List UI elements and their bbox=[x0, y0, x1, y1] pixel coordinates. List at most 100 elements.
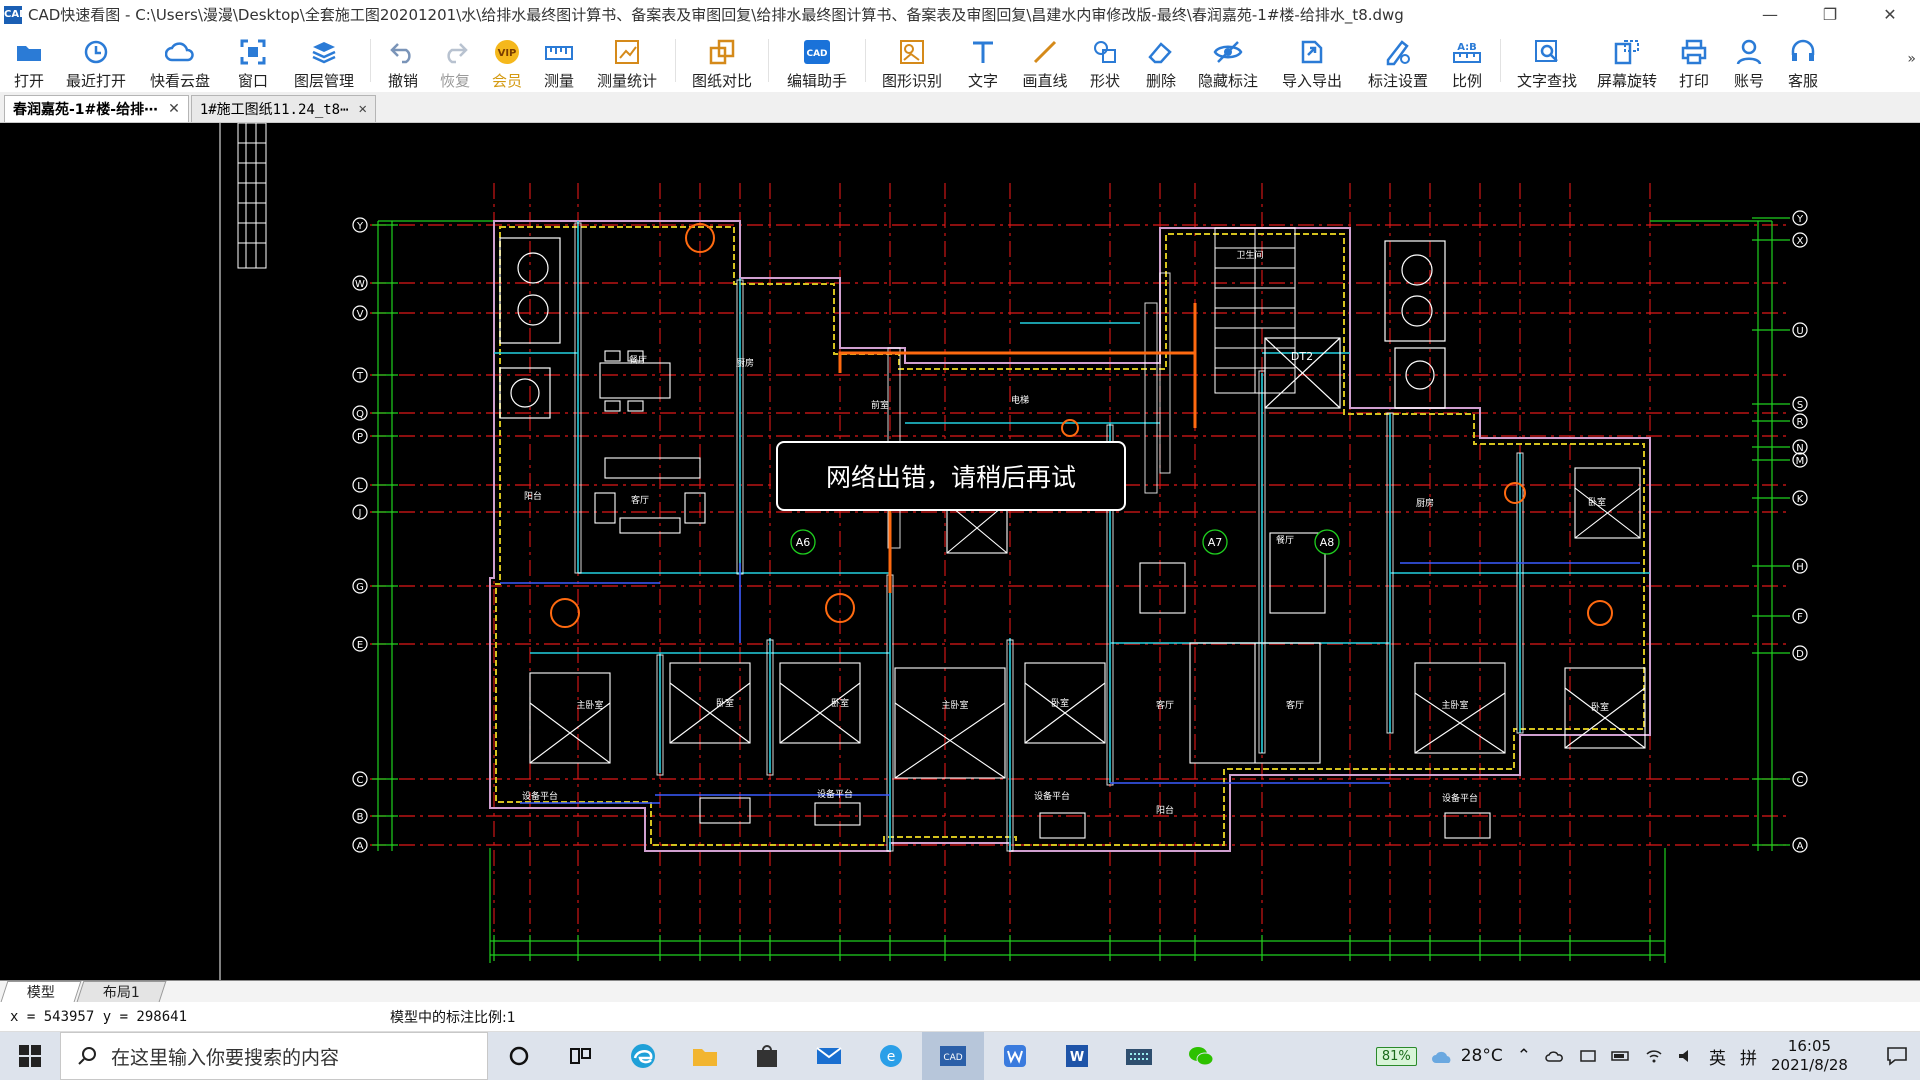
tab-layout1[interactable]: 布局1 bbox=[76, 981, 167, 1002]
ime-language[interactable]: 英 bbox=[1709, 1044, 1726, 1069]
close-icon[interactable]: ✕ bbox=[359, 101, 367, 117]
axis-label: G bbox=[356, 582, 364, 593]
word-icon[interactable]: W bbox=[1046, 1032, 1108, 1080]
weather-widget[interactable]: 28°C bbox=[1431, 1046, 1503, 1066]
measure-button[interactable]: 测量 bbox=[533, 29, 585, 92]
screen-rotate-button[interactable]: 屏幕旋转 bbox=[1587, 29, 1667, 92]
room-label: 前室 bbox=[871, 399, 889, 411]
shapes-button[interactable]: 形状 bbox=[1076, 29, 1134, 92]
window-button[interactable]: 窗口 bbox=[222, 29, 284, 92]
keyboard-app-icon[interactable] bbox=[1108, 1032, 1170, 1080]
store-icon[interactable] bbox=[736, 1032, 798, 1080]
account-button[interactable]: 账号 bbox=[1721, 29, 1777, 92]
recent-open-button[interactable]: 最近打开 bbox=[54, 29, 138, 92]
room-label: 电梯 bbox=[1011, 394, 1029, 406]
volume-icon[interactable] bbox=[1677, 1048, 1695, 1064]
toolbar-separator bbox=[768, 39, 769, 82]
cloud-drive-button[interactable]: 快看云盘 bbox=[138, 29, 222, 92]
axis-label: U bbox=[1796, 326, 1803, 337]
task-view-icon[interactable] bbox=[550, 1032, 612, 1080]
file-explorer-icon[interactable] bbox=[674, 1032, 736, 1080]
drawing-compare-button[interactable]: 图纸对比 bbox=[682, 29, 762, 92]
maximize-button[interactable]: ❐ bbox=[1800, 0, 1860, 29]
layer-manager-button[interactable]: 图层管理 bbox=[284, 29, 364, 92]
import-export-button[interactable]: 导入导出 bbox=[1268, 29, 1356, 92]
toolbar-separator bbox=[1500, 39, 1501, 82]
delete-button[interactable]: 删除 bbox=[1134, 29, 1188, 92]
start-button[interactable] bbox=[0, 1032, 60, 1080]
text-button[interactable]: 文字 bbox=[952, 29, 1014, 92]
chevron-up-icon[interactable]: ⌃ bbox=[1517, 1046, 1531, 1066]
onedrive-icon[interactable] bbox=[1545, 1049, 1565, 1063]
close-icon[interactable]: ✕ bbox=[168, 101, 180, 117]
tab-construction-drawings[interactable]: 1#施工图纸11.24_t8⋯ ✕ bbox=[190, 95, 376, 122]
wall-hatching bbox=[574, 222, 1524, 852]
svg-text:A:B: A:B bbox=[1457, 42, 1477, 53]
axis-label: T bbox=[356, 371, 364, 382]
cloud-icon bbox=[165, 37, 195, 67]
minimize-button[interactable]: — bbox=[1740, 0, 1800, 29]
measure-stats-icon bbox=[612, 37, 642, 67]
scale-button[interactable]: A:B 比例 bbox=[1440, 29, 1494, 92]
mail-icon[interactable] bbox=[798, 1032, 860, 1080]
undo-button[interactable]: 撤销 bbox=[377, 29, 429, 92]
wifi-icon[interactable] bbox=[1645, 1048, 1663, 1064]
clock[interactable]: 16:05 2021/8/28 bbox=[1771, 1037, 1867, 1075]
vip-button[interactable]: VIP 会员 bbox=[481, 29, 533, 92]
edit-assistant-button[interactable]: CAD 编辑助手 bbox=[775, 29, 859, 92]
search-icon bbox=[78, 1047, 96, 1065]
room-label: 设备平台 bbox=[817, 788, 853, 800]
axis-label: M bbox=[1796, 456, 1805, 467]
recent-clock-icon bbox=[81, 37, 111, 67]
axis-label: C bbox=[357, 775, 364, 786]
tab-chunrun-plumbing[interactable]: 春润嘉苑-1#楼-给排⋯ ✕ bbox=[4, 95, 189, 122]
room-label: 主卧室 bbox=[1441, 699, 1468, 711]
import-export-icon bbox=[1297, 37, 1327, 67]
notification-icon[interactable] bbox=[1874, 1046, 1920, 1066]
axis-label: J bbox=[358, 508, 362, 519]
ac-condensers bbox=[499, 237, 1446, 419]
taskbar-search-input[interactable]: 在这里输入你要搜索的内容 bbox=[60, 1032, 488, 1080]
network-icon[interactable] bbox=[1579, 1048, 1597, 1064]
wps-writer-icon[interactable] bbox=[984, 1032, 1046, 1080]
ime-mode[interactable]: 拼 bbox=[1740, 1044, 1757, 1069]
elevator-shaft bbox=[1264, 337, 1341, 409]
windows-taskbar: 在这里输入你要搜索的内容 e CAD W 81% 28°C ⌃ 英 拼 16:0… bbox=[0, 1032, 1920, 1080]
toolbar-overflow-button[interactable]: » bbox=[1907, 51, 1916, 67]
folder-open-icon bbox=[14, 37, 44, 67]
cad-viewer-icon[interactable]: CAD bbox=[922, 1032, 984, 1080]
battery-icon[interactable] bbox=[1611, 1050, 1631, 1062]
customer-service-button[interactable]: 客服 bbox=[1777, 29, 1829, 92]
cortana-circle-icon[interactable] bbox=[488, 1032, 550, 1080]
room-label: 餐厅 bbox=[1276, 534, 1294, 546]
edit-assistant-icon: CAD bbox=[802, 37, 832, 67]
annotation-settings-icon bbox=[1383, 37, 1413, 67]
annotation-settings-button[interactable]: 标注设置 bbox=[1356, 29, 1440, 92]
network-error-toast: 网络出错，请稍后再试 bbox=[776, 441, 1126, 511]
print-button[interactable]: 打印 bbox=[1667, 29, 1721, 92]
drawing-canvas[interactable]: DT2 Y W V T Q P L J G E C B A Y X U S R … bbox=[0, 123, 1920, 980]
shapes-icon bbox=[1090, 37, 1120, 67]
document-tab-bar: 春润嘉苑-1#楼-给排⋯ ✕ 1#施工图纸11.24_t8⋯ ✕ bbox=[0, 92, 1920, 123]
edge-icon[interactable] bbox=[612, 1032, 674, 1080]
close-button[interactable]: ✕ bbox=[1860, 0, 1920, 29]
draw-line-button[interactable]: 画直线 bbox=[1014, 29, 1076, 92]
battery-indicator[interactable]: 81% bbox=[1375, 1046, 1417, 1066]
open-button[interactable]: 打开 bbox=[4, 29, 54, 92]
headset-icon bbox=[1788, 37, 1818, 67]
toolbar-separator bbox=[865, 39, 866, 82]
shape-recognition-button[interactable]: 图形识别 bbox=[872, 29, 952, 92]
pipe-fittings bbox=[550, 223, 1613, 628]
redo-button[interactable]: 恢复 bbox=[429, 29, 481, 92]
tab-model[interactable]: 模型 bbox=[0, 981, 82, 1002]
axis-label: W bbox=[355, 279, 365, 290]
measure-stats-button[interactable]: 测量统计 bbox=[585, 29, 669, 92]
hide-annotation-button[interactable]: 隐藏标注 bbox=[1188, 29, 1268, 92]
room-label: 主卧室 bbox=[941, 699, 968, 711]
wechat-icon[interactable] bbox=[1170, 1032, 1232, 1080]
text-search-button[interactable]: 文字查找 bbox=[1507, 29, 1587, 92]
ie-browser-icon[interactable]: e bbox=[860, 1032, 922, 1080]
unit-label: A8 bbox=[1320, 536, 1335, 549]
room-label: 卧室 bbox=[716, 697, 734, 709]
screen-rotate-icon bbox=[1612, 37, 1642, 67]
